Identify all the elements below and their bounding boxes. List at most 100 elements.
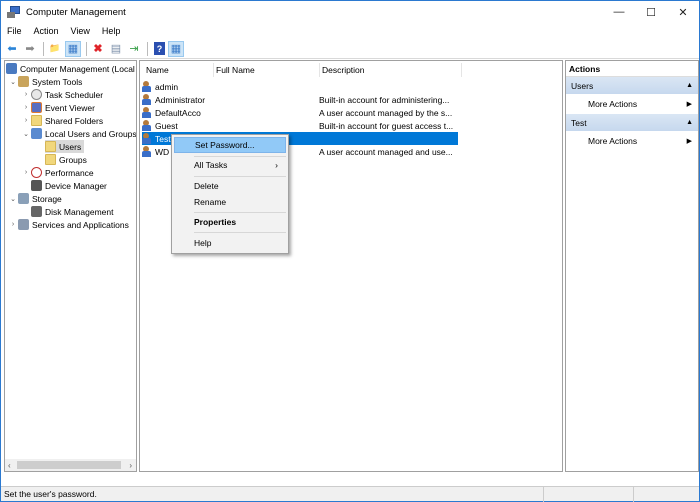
tree-item-label: System Tools	[32, 76, 83, 87]
toolbar-separator	[43, 41, 44, 56]
expand-collapse-icon[interactable]: ⌄	[8, 78, 18, 86]
export-list-button[interactable]: ⇥	[126, 41, 142, 57]
menu-item-delete[interactable]: Delete	[174, 178, 286, 194]
tree-item-label: Task Scheduler	[45, 89, 104, 100]
user-name: DefaultAcco	[155, 107, 201, 118]
more-actions-test[interactable]: More Actions ▶	[566, 131, 698, 151]
scroll-left-arrow-icon[interactable]: ‹	[8, 461, 11, 470]
up-folder-icon: 📁	[49, 43, 61, 53]
tree-item-performance[interactable]: › Performance	[21, 166, 94, 179]
status-bar: Set the user's password.	[1, 486, 699, 502]
section-header-label: Users	[571, 80, 594, 91]
user-description: Built-in account for administering...	[319, 94, 450, 105]
tree-item-device-manager[interactable]: Device Manager	[31, 179, 107, 192]
delete-button[interactable]: ✖	[90, 41, 106, 57]
list-row-administrator[interactable]: Administrator Built-in account for admin…	[142, 93, 458, 106]
event-viewer-icon	[31, 102, 42, 113]
properties-icon: ▤	[110, 43, 122, 55]
tree-item-storage[interactable]: ⌄ Storage	[8, 192, 62, 205]
user-description: A user account managed by the s...	[319, 107, 453, 118]
storage-icon	[18, 193, 29, 204]
delete-icon: ✖	[93, 43, 103, 55]
user-icon	[142, 133, 153, 144]
title-bar: Computer Management — ☐ ✕	[1, 1, 699, 23]
tree-item-groups[interactable]: Groups	[45, 153, 87, 166]
list-row-admin[interactable]: admin	[142, 80, 458, 93]
user-description: A user account managed and use...	[319, 146, 453, 157]
services-icon	[18, 219, 29, 230]
list-row-defaultaccount[interactable]: DefaultAcco A user account managed by th…	[142, 106, 458, 119]
tree-item-label: Device Manager	[45, 180, 107, 191]
tree-item-users[interactable]: Users	[45, 140, 85, 153]
tree-item-services-and-applications[interactable]: › Services and Applications	[8, 218, 129, 231]
menu-item-properties[interactable]: Properties	[174, 214, 286, 230]
expand-icon[interactable]: ›	[8, 221, 18, 228]
horizontal-scrollbar[interactable]: ‹ ›	[5, 459, 136, 471]
show-hide-action-pane-button[interactable]: ▦	[168, 40, 184, 57]
toolbar: ⬅ ➡ 📁 ▦ ✖ ▤ ⇥ ? ▦	[1, 39, 699, 59]
tree-item-task-scheduler[interactable]: › Task Scheduler	[21, 88, 103, 101]
menu-item-rename[interactable]: Rename	[174, 194, 286, 210]
menu-help[interactable]: Help	[96, 26, 127, 36]
tree-item-label: Event Viewer	[45, 102, 95, 113]
scroll-right-arrow-icon[interactable]: ›	[129, 461, 132, 470]
minimize-button[interactable]: —	[603, 1, 635, 23]
action-label: More Actions	[588, 99, 638, 109]
menu-view[interactable]: View	[65, 26, 96, 36]
expand-icon[interactable]: ›	[21, 117, 31, 124]
tree-item-label: Storage	[32, 193, 62, 204]
user-name: admin	[155, 81, 179, 92]
tree-item-shared-folders[interactable]: › Shared Folders	[21, 114, 103, 127]
user-name: Guest	[155, 120, 178, 131]
menu-item-set-password[interactable]: Set Password...	[174, 137, 286, 153]
expand-icon[interactable]: ›	[21, 104, 31, 111]
maximize-button[interactable]: ☐	[635, 1, 667, 23]
show-hide-console-tree-button[interactable]: ▦	[65, 40, 81, 57]
column-header-description[interactable]: Description	[322, 63, 462, 77]
collapse-icon[interactable]: ▲	[686, 119, 693, 126]
tree-item-computer-management[interactable]: Computer Management (Local	[6, 62, 135, 75]
window-title: Computer Management	[26, 6, 126, 18]
close-button[interactable]: ✕	[667, 1, 699, 23]
menu-item-all-tasks[interactable]: All Tasks ›	[174, 157, 286, 173]
tree-item-label: Computer Management (Local	[20, 63, 135, 74]
menu-item-label: Delete	[194, 181, 219, 191]
menu-action[interactable]: Action	[28, 26, 65, 36]
tree-item-local-users-and-groups[interactable]: ⌄ Local Users and Groups	[21, 127, 136, 140]
forward-button[interactable]: ➡	[22, 41, 38, 57]
expand-icon[interactable]: ›	[21, 91, 31, 98]
menu-separator	[194, 176, 286, 177]
back-button[interactable]: ⬅	[4, 41, 20, 57]
help-button[interactable]: ?	[154, 42, 165, 55]
users-list-view: Name Full Name Description admin Adminis…	[139, 60, 563, 472]
expand-collapse-icon[interactable]: ⌄	[21, 130, 31, 138]
user-description: Built-in account for guest access t...	[319, 120, 454, 131]
collapse-icon[interactable]: ▲	[686, 82, 693, 89]
expand-collapse-icon[interactable]: ⌄	[8, 195, 18, 203]
actions-section-test[interactable]: Test ▲	[566, 114, 698, 131]
tree-item-label: Groups	[59, 154, 87, 165]
menu-file[interactable]: File	[1, 26, 28, 36]
column-header-name[interactable]: Name	[146, 63, 214, 77]
properties-button[interactable]: ▤	[108, 41, 124, 57]
user-name: Administrator	[155, 94, 206, 105]
tree-item-event-viewer[interactable]: › Event Viewer	[21, 101, 95, 114]
menu-item-label: All Tasks	[194, 160, 228, 170]
menu-item-label: Set Password...	[195, 140, 255, 150]
up-one-level-button[interactable]: 📁	[47, 41, 63, 57]
submenu-arrow-icon: ▶	[686, 101, 692, 108]
list-row-guest[interactable]: Guest Built-in account for guest access …	[142, 119, 458, 132]
tools-icon	[18, 76, 29, 87]
tree-item-disk-management[interactable]: Disk Management	[31, 205, 114, 218]
folder-icon	[45, 141, 56, 152]
scrollbar-thumb[interactable]	[17, 461, 121, 469]
menu-item-help[interactable]: Help	[174, 235, 286, 251]
expand-icon[interactable]: ›	[21, 169, 31, 176]
more-actions-users[interactable]: More Actions ▶	[566, 94, 698, 114]
menu-separator	[194, 212, 286, 213]
clock-icon	[31, 89, 42, 100]
actions-section-users[interactable]: Users ▲	[566, 77, 698, 94]
tree-item-system-tools[interactable]: ⌄ System Tools	[8, 75, 82, 88]
column-header-full-name[interactable]: Full Name	[216, 63, 320, 77]
user-disabled-icon	[142, 94, 153, 105]
